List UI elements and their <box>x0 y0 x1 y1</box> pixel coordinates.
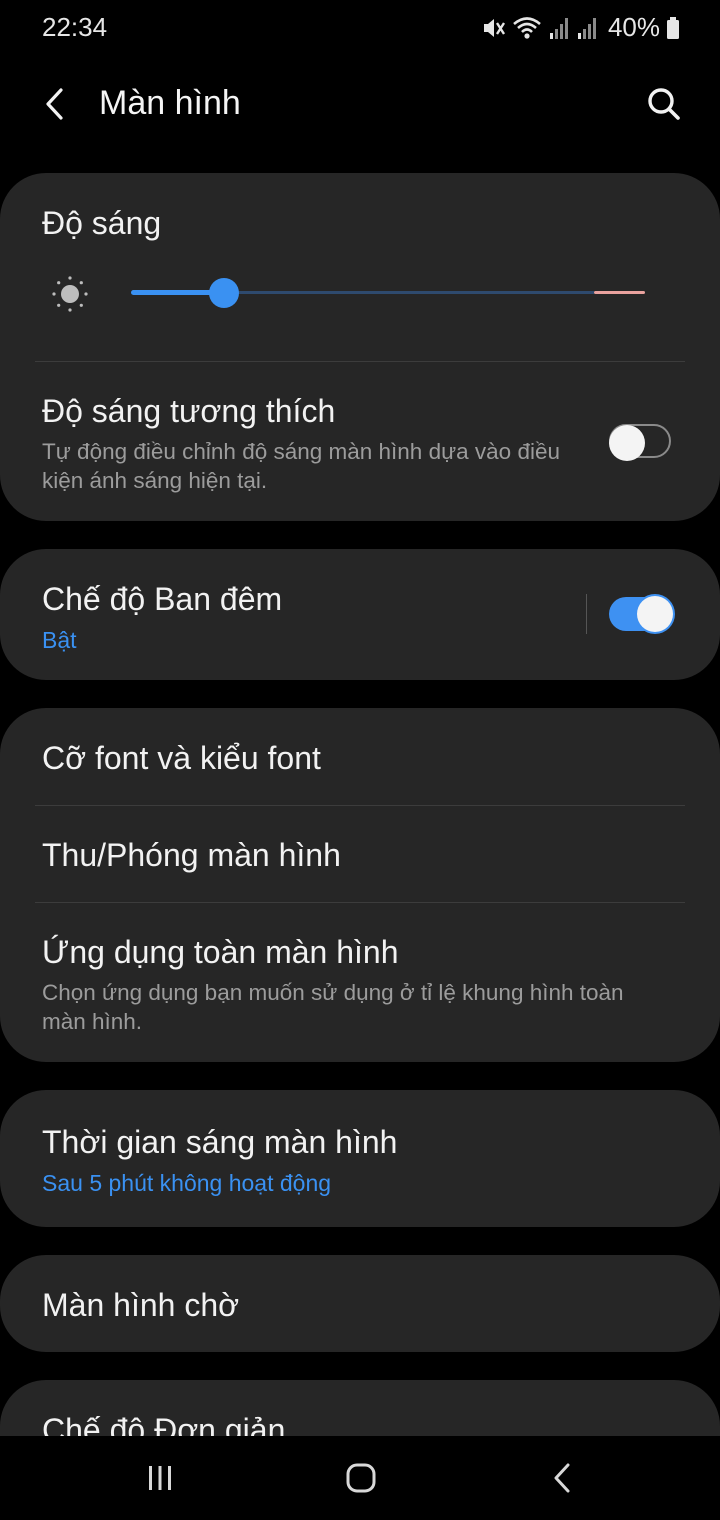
fullscreen-apps-subtitle: Chọn ứng dụng bạn muốn sử dụng ở tỉ lệ k… <box>42 980 624 1034</box>
adaptive-brightness-title: Độ sáng tương thích <box>42 393 336 429</box>
vertical-separator <box>586 594 587 634</box>
toggle-knob <box>637 596 673 632</box>
page-title: Màn hình <box>99 84 241 122</box>
navigation-bar <box>0 1436 720 1520</box>
brightness-slider-thumb[interactable] <box>208 278 239 308</box>
nav-back-icon[interactable] <box>541 1456 585 1500</box>
divider <box>35 902 685 903</box>
night-mode-card[interactable]: Chế độ Ban đêm Bật <box>0 549 720 680</box>
signal-icon-2 <box>577 17 596 39</box>
toggle-knob <box>609 425 645 461</box>
recent-apps-icon[interactable] <box>138 1456 182 1500</box>
battery-percent: 40% <box>607 12 660 42</box>
adaptive-brightness-subtitle: Tự động điều chỉnh độ sáng màn hình dựa … <box>42 439 560 493</box>
search-icon[interactable] <box>644 84 684 124</box>
brightness-card: Độ sáng Độ sáng tương thích Tự động điều… <box>0 173 720 521</box>
screen-timeout-title: Thời gian sáng màn hình <box>42 1124 398 1160</box>
mute-icon <box>483 18 505 37</box>
night-mode-status: Bật <box>42 627 77 653</box>
brightness-slider-track-end <box>594 291 645 294</box>
app-bar: Màn hình <box>0 70 720 140</box>
night-mode-title: Chế độ Ban đêm <box>42 581 283 617</box>
zoom-title: Thu/Phóng màn hình <box>42 837 341 873</box>
screen-timeout-value: Sau 5 phút không hoạt động <box>42 1170 332 1196</box>
display-options-card: Cỡ font và kiểu font Thu/Phóng màn hình … <box>0 708 720 1062</box>
divider <box>35 361 685 362</box>
back-arrow-icon[interactable] <box>36 84 76 124</box>
font-title: Cỡ font và kiểu font <box>42 740 321 776</box>
screensaver-title: Màn hình chờ <box>42 1287 240 1323</box>
status-icons: 40% <box>480 12 680 43</box>
signal-icon-1 <box>549 17 568 39</box>
battery-icon <box>667 16 679 39</box>
wifi-icon <box>513 16 541 39</box>
home-icon[interactable] <box>339 1456 383 1500</box>
screen-timeout-card[interactable]: Thời gian sáng màn hình Sau 5 phút không… <box>0 1090 720 1227</box>
fullscreen-apps-title: Ứng dụng toàn màn hình <box>42 934 399 970</box>
brightness-slider-track[interactable] <box>222 291 594 294</box>
screensaver-card[interactable]: Màn hình chờ <box>0 1255 720 1352</box>
status-bar: 22:34 40% <box>0 0 720 56</box>
status-time: 22:34 <box>42 12 108 42</box>
brightness-title: Độ sáng <box>42 205 162 241</box>
divider <box>35 805 685 806</box>
adaptive-brightness-toggle[interactable] <box>609 424 671 461</box>
sun-icon <box>52 276 88 312</box>
night-mode-toggle[interactable] <box>609 596 673 632</box>
